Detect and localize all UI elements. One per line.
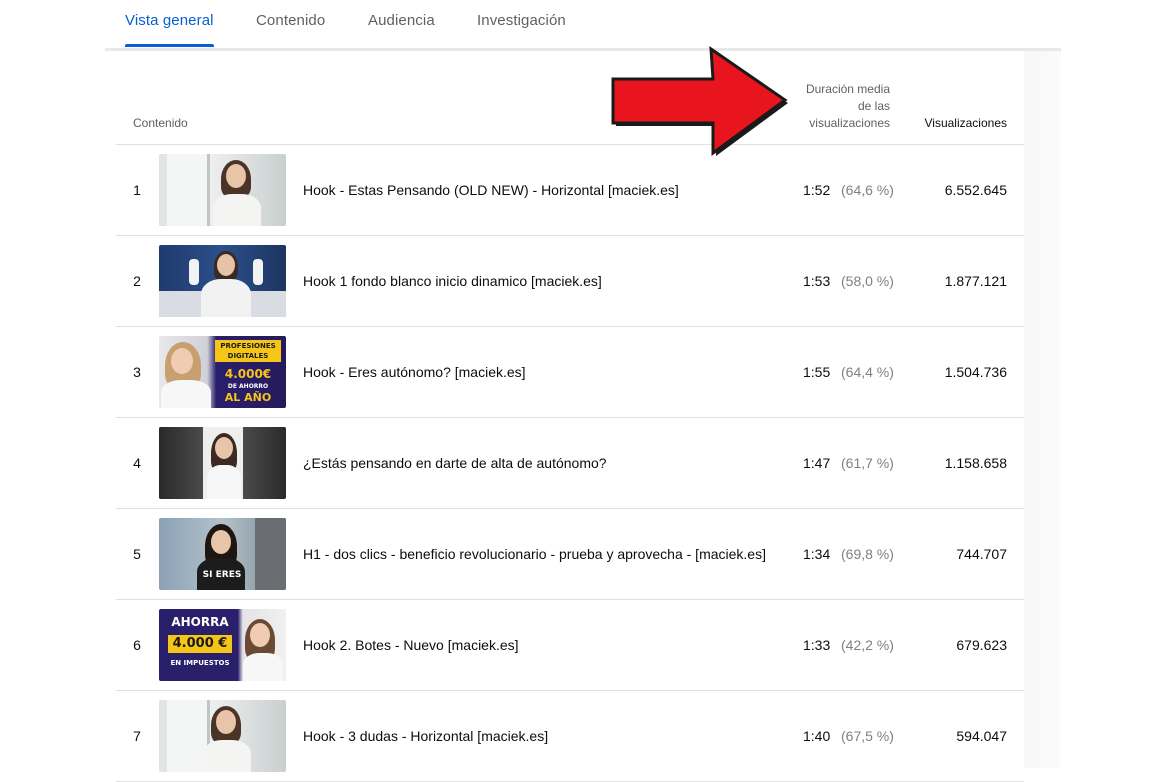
video-thumbnail[interactable]	[159, 700, 286, 772]
average-view-duration: 1:53	[803, 273, 831, 289]
video-title[interactable]: Hook 1 fondo blanco inicio dinamico [mac…	[303, 273, 602, 289]
thumbnail-caption: AL AÑO	[224, 391, 272, 404]
row-rank: 3	[133, 364, 141, 380]
row-rank: 6	[133, 637, 141, 653]
table-row[interactable]: 6 AHORRA 4.000 € EN IMPUESTOS Hook 2. Bo…	[116, 600, 1024, 691]
tab-investigacion[interactable]: Investigación	[477, 12, 566, 29]
tab-contenido[interactable]: Contenido	[256, 12, 325, 29]
video-title[interactable]: Hook - 3 dudas - Horizontal [maciek.es]	[303, 728, 548, 744]
table-header: Contenido Duración media de las visualiz…	[116, 51, 1024, 145]
thumbnail-caption: AHORRA	[171, 615, 229, 629]
average-percent-viewed: (64,4 %)	[841, 364, 894, 380]
average-view-duration: 1:47	[803, 455, 831, 471]
average-percent-viewed: (42,2 %)	[841, 637, 894, 653]
video-thumbnail[interactable]	[159, 154, 286, 226]
tab-bar: Vista general Contenido Audiencia Invest…	[105, 0, 1061, 48]
view-count: 594.047	[956, 728, 1007, 744]
thumbnail-caption: SI ERES	[202, 570, 242, 580]
header-content: Contenido	[133, 116, 188, 130]
thumbnail-caption: 4.000 €	[168, 635, 232, 653]
average-percent-viewed: (58,0 %)	[841, 273, 894, 289]
average-view-duration: 1:33	[803, 637, 831, 653]
table-row[interactable]: 3 PROFESIONES DIGITALES 4.000€ DE AHORRO…	[116, 327, 1024, 418]
header-views[interactable]: Visualizaciones	[925, 116, 1008, 130]
view-count: 679.623	[956, 637, 1007, 653]
video-title[interactable]: ¿Estás pensando en darte de alta de autó…	[303, 455, 607, 471]
average-percent-viewed: (61,7 %)	[841, 455, 894, 471]
video-title[interactable]: H1 - dos clics - beneficio revolucionari…	[303, 546, 766, 562]
video-title[interactable]: Hook - Estas Pensando (OLD NEW) - Horizo…	[303, 182, 679, 198]
video-thumbnail[interactable]: PROFESIONES DIGITALES 4.000€ DE AHORRO A…	[159, 336, 286, 408]
video-title[interactable]: Hook - Eres autónomo? [maciek.es]	[303, 364, 526, 380]
thumbnail-caption: PROFESIONES	[220, 342, 276, 350]
video-title[interactable]: Hook 2. Botes - Nuevo [maciek.es]	[303, 637, 519, 653]
red-arrow-icon	[611, 46, 788, 156]
row-rank: 1	[133, 182, 141, 198]
table-row[interactable]: 4 ¿Estás pensando en darte de alta de au…	[116, 418, 1024, 509]
row-rank: 2	[133, 273, 141, 289]
table-row[interactable]: 2 Hook 1 fondo blanco inicio dinamico [m…	[116, 236, 1024, 327]
thumbnail-caption: DIGITALES	[227, 352, 269, 360]
view-count: 1.504.736	[944, 364, 1007, 380]
table-row[interactable]: 1 Hook - Estas Pensando (OLD NEW) - Hori…	[116, 145, 1024, 236]
tab-vista-general[interactable]: Vista general	[125, 12, 214, 29]
average-view-duration: 1:55	[803, 364, 831, 380]
average-percent-viewed: (69,8 %)	[841, 546, 894, 562]
view-count: 6.552.645	[944, 182, 1007, 198]
row-rank: 4	[133, 455, 141, 471]
video-thumbnail[interactable]	[159, 245, 286, 317]
average-view-duration: 1:52	[803, 182, 831, 198]
average-percent-viewed: (64,6 %)	[841, 182, 894, 198]
tab-audiencia[interactable]: Audiencia	[368, 12, 435, 29]
row-rank: 5	[133, 546, 141, 562]
thumbnail-caption: EN IMPUESTOS	[170, 659, 230, 667]
video-thumbnail[interactable]	[159, 427, 286, 499]
view-count: 744.707	[956, 546, 1007, 562]
video-thumbnail[interactable]: AHORRA 4.000 € EN IMPUESTOS	[159, 609, 286, 681]
average-view-duration: 1:40	[803, 728, 831, 744]
right-panel-edge	[1024, 51, 1061, 768]
row-rank: 7	[133, 728, 141, 744]
table-row[interactable]: 7 Hook - 3 dudas - Horizontal [maciek.es…	[116, 691, 1024, 782]
average-view-duration: 1:34	[803, 546, 831, 562]
average-percent-viewed: (67,5 %)	[841, 728, 894, 744]
thumbnail-caption: 4.000€	[224, 367, 272, 381]
table-row[interactable]: 5 SI ERES H1 - dos clics - beneficio rev…	[116, 509, 1024, 600]
thumbnail-caption: DE AHORRO	[227, 383, 269, 390]
video-thumbnail[interactable]: SI ERES	[159, 518, 286, 590]
view-count: 1.877.121	[944, 273, 1007, 289]
view-count: 1.158.658	[944, 455, 1007, 471]
active-tab-indicator	[125, 44, 214, 47]
